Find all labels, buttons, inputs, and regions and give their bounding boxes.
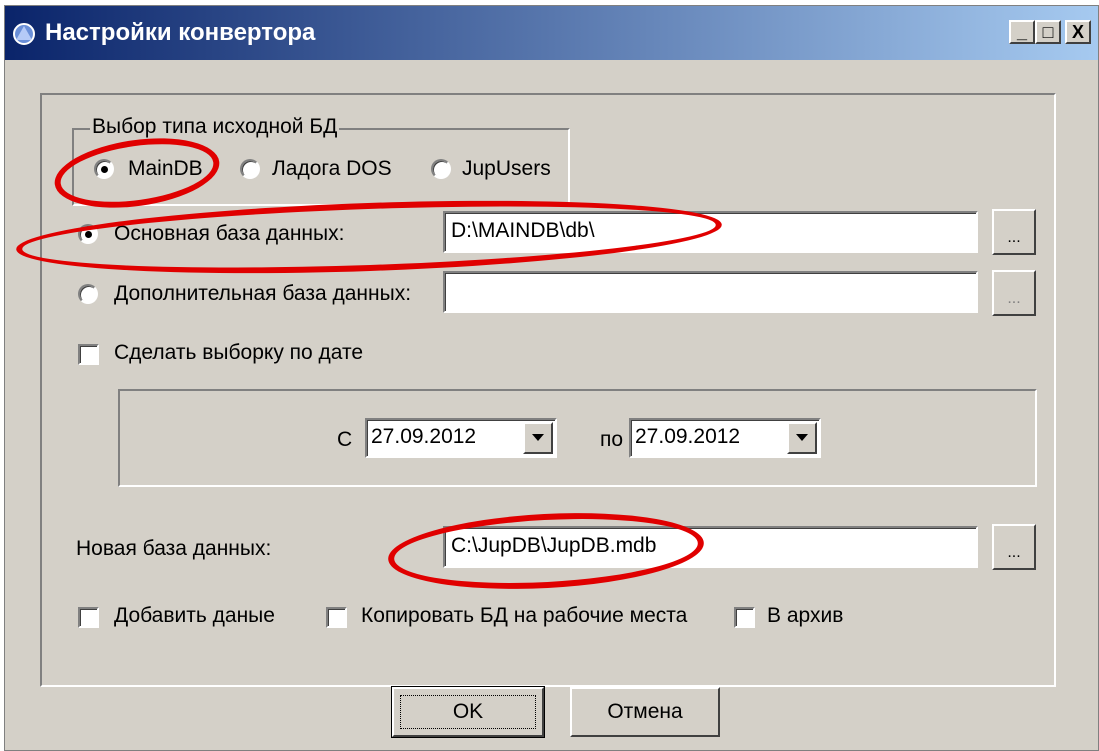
title-bar[interactable]: Настройки конвертора _ □ X — [5, 6, 1098, 60]
cancel-button-label: Отмена — [607, 700, 683, 723]
date-from-label: С — [337, 428, 353, 451]
close-button[interactable]: X — [1065, 20, 1091, 44]
copy-db-checkbox[interactable] — [326, 607, 347, 628]
source-type-group-title: Выбор типа исходной БД — [90, 115, 340, 139]
date-to-value: 27.09.2012 — [635, 425, 741, 448]
archive-label[interactable]: В архив — [767, 604, 843, 628]
date-to-label: по — [600, 428, 624, 451]
archive-checkbox[interactable] — [734, 607, 755, 628]
date-from-dropdown-button[interactable] — [523, 422, 553, 454]
ok-button[interactable]: OK — [391, 686, 545, 738]
date-to-picker[interactable]: 27.09.2012 — [629, 418, 821, 458]
date-to-dropdown-button[interactable] — [787, 422, 817, 454]
extra-db-path-input[interactable] — [443, 271, 978, 313]
window-title: Настройки конвертора — [45, 19, 316, 46]
add-data-checkbox[interactable] — [78, 607, 99, 628]
date-filter-checkbox[interactable] — [78, 344, 99, 365]
focus-indicator — [400, 695, 536, 729]
cancel-button[interactable]: Отмена — [570, 687, 720, 737]
minimize-button[interactable]: _ — [1009, 20, 1035, 44]
chevron-down-icon — [532, 434, 544, 441]
radio-jupusers-label[interactable]: JupUsers — [462, 157, 551, 181]
radio-ladoga-dos[interactable] — [240, 159, 260, 179]
new-db-browse-button[interactable]: ... — [992, 524, 1036, 570]
minimize-icon: _ — [1016, 22, 1027, 42]
copy-db-label[interactable]: Копировать БД на рабочие места — [361, 604, 687, 628]
close-icon: X — [1071, 22, 1084, 42]
date-range-panel — [118, 389, 1037, 487]
maximize-icon: □ — [1042, 22, 1054, 42]
date-from-value: 27.09.2012 — [371, 425, 477, 448]
radio-ladoga-dos-label[interactable]: Ладога DOS — [272, 157, 392, 181]
new-db-label: Новая база данных: — [76, 537, 272, 560]
extra-db-browse-button[interactable]: ... — [992, 270, 1036, 316]
main-db-browse-button[interactable]: ... — [992, 209, 1036, 255]
chevron-down-icon — [796, 434, 808, 441]
date-filter-label[interactable]: Сделать выборку по дате — [114, 341, 363, 365]
radio-extra-db[interactable] — [78, 284, 98, 304]
extra-db-label[interactable]: Дополнительная база данных: — [114, 282, 411, 306]
app-icon — [13, 23, 35, 45]
date-from-picker[interactable]: 27.09.2012 — [365, 418, 557, 458]
add-data-label[interactable]: Добавить даные — [114, 604, 275, 628]
radio-jupusers[interactable] — [431, 159, 451, 179]
maximize-button[interactable]: □ — [1035, 20, 1061, 44]
